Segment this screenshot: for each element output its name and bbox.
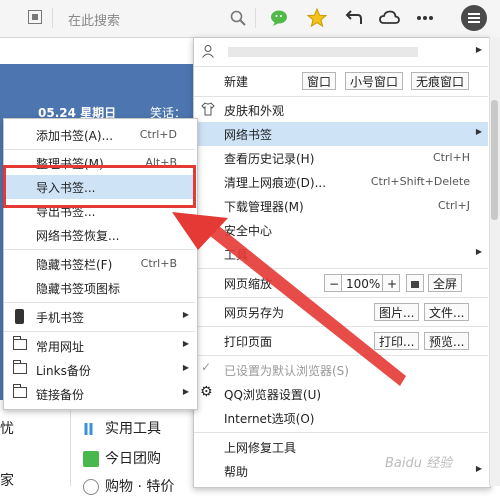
watermark: Baidu 经验 [385, 456, 453, 471]
annotation-arrow [172, 212, 406, 386]
